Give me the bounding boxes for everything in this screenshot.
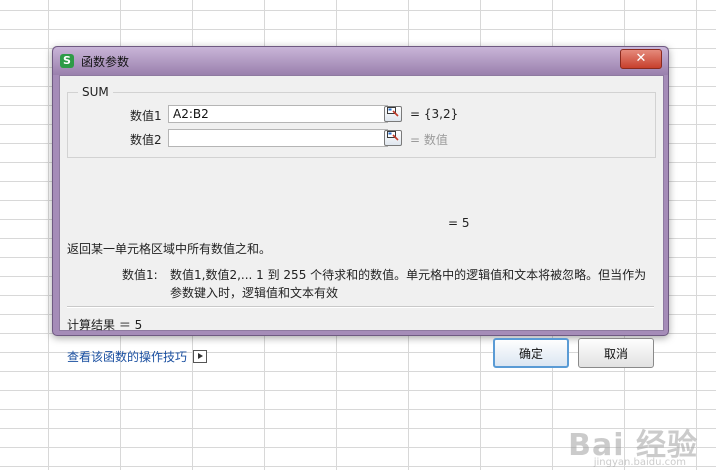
- function-arguments-dialog: S 函数参数 ✕ SUM 数值1 = {3,2} 数值2 = 数值 = 5 返回…: [52, 46, 669, 368]
- arg1-result: = {3,2}: [410, 107, 459, 121]
- arg2-label: 数值2: [130, 133, 162, 147]
- arg1-range-select-button[interactable]: [384, 106, 402, 122]
- video-play-icon[interactable]: [193, 350, 208, 363]
- function-description: 返回某一单元格区域中所有数值之和。: [67, 242, 272, 256]
- close-button[interactable]: ✕: [620, 49, 662, 69]
- arg1-label: 数值1: [130, 109, 162, 123]
- range-select-icon: [387, 131, 399, 141]
- dialog-title: 函数参数: [81, 55, 130, 69]
- arg1-input[interactable]: [168, 105, 388, 123]
- param-name: 数值1:: [122, 268, 158, 282]
- param-description: 数值1,数值2,... 1 到 255 个待求和的数值。单元格中的逻辑值和文本将…: [170, 268, 647, 300]
- ok-button[interactable]: 确定: [493, 338, 569, 368]
- help-link-row: 查看该函数的操作技巧: [67, 348, 208, 365]
- arg2-result: = 数值: [410, 133, 448, 147]
- wps-sheet-icon: S: [60, 54, 74, 68]
- title-bar[interactable]: S 函数参数 ✕: [53, 47, 668, 75]
- function-name: SUM: [78, 85, 113, 99]
- divider: [67, 306, 654, 308]
- arg2-range-select-button[interactable]: [384, 130, 402, 146]
- cancel-button[interactable]: 取消: [578, 338, 654, 368]
- arguments-group: SUM 数值1 = {3,2} 数值2 = 数值: [67, 85, 656, 158]
- calculation-result: 计算结果 ＝ 5: [67, 318, 143, 332]
- help-link[interactable]: 查看该函数的操作技巧: [67, 348, 187, 365]
- dialog-body: SUM 数值1 = {3,2} 数值2 = 数值 = 5 返回某一单元格区域中所…: [59, 75, 664, 368]
- arg2-input[interactable]: [168, 129, 388, 147]
- watermark-url: jingyan.baidu.com: [593, 457, 686, 468]
- formula-result: = 5: [448, 216, 470, 230]
- range-select-icon: [387, 107, 399, 117]
